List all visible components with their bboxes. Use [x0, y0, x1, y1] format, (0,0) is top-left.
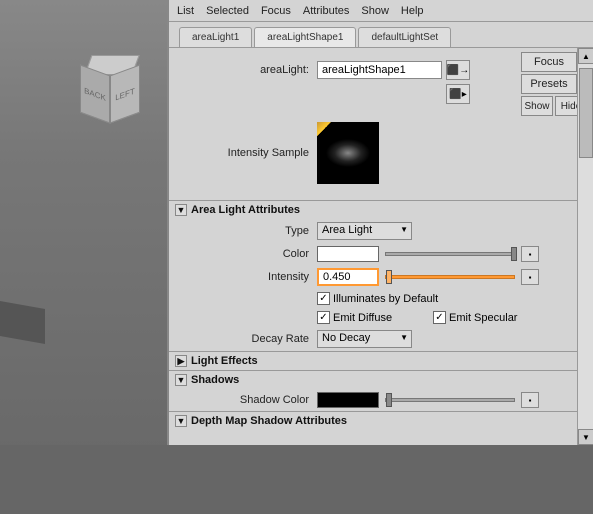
node-name-label: areaLight:: [177, 64, 317, 76]
scroll-up-icon[interactable]: ▲: [578, 48, 593, 64]
scroll-down-icon[interactable]: ▼: [578, 429, 593, 445]
intensity-sample-label: Intensity Sample: [177, 147, 317, 159]
section-title-shadows: Shadows: [191, 374, 239, 386]
focus-button[interactable]: Focus: [521, 52, 577, 72]
color-map-button[interactable]: ▪: [521, 246, 539, 262]
intensity-label: Intensity: [177, 271, 317, 283]
intensity-sample-swatch[interactable]: [317, 122, 379, 184]
intensity-sample-row: Intensity Sample: [169, 108, 593, 200]
decay-label: Decay Rate: [177, 333, 317, 345]
show-button[interactable]: Show: [521, 96, 553, 116]
view-cube[interactable]: BACK LEFT: [80, 55, 145, 120]
menu-selected[interactable]: Selected: [206, 5, 249, 17]
collapse-icon: ▼: [175, 415, 187, 427]
type-select[interactable]: Area Light: [317, 222, 412, 240]
emit-diffuse-checkbox[interactable]: ✓: [317, 311, 330, 324]
menubar: List Selected Focus Attributes Show Help: [169, 0, 593, 22]
viewport-3d[interactable]: BACK LEFT: [0, 0, 167, 514]
menu-focus[interactable]: Focus: [261, 5, 291, 17]
color-slider[interactable]: [385, 252, 515, 256]
node-name-input[interactable]: [317, 61, 442, 79]
select-input-button[interactable]: ⬛→: [446, 60, 470, 80]
section-depth-map-shadow: ▼ Depth Map Shadow Attributes: [169, 411, 593, 430]
menu-list[interactable]: List: [177, 5, 194, 17]
cube-back-face[interactable]: BACK: [80, 65, 110, 124]
tab-arealightshape1[interactable]: areaLightShape1: [254, 27, 356, 47]
presets-button[interactable]: Presets: [521, 74, 577, 94]
section-head-shadows[interactable]: ▼ Shadows: [169, 371, 593, 389]
section-title-le: Light Effects: [191, 355, 258, 367]
intensity-slider[interactable]: [385, 275, 515, 279]
section-light-effects: ▶ Light Effects: [169, 351, 593, 370]
expand-icon: ▶: [175, 355, 187, 367]
scroll-thumb[interactable]: [579, 68, 593, 158]
cube-left-face[interactable]: LEFT: [110, 65, 140, 124]
menu-attributes[interactable]: Attributes: [303, 5, 349, 17]
color-swatch[interactable]: [317, 246, 379, 262]
illuminates-checkbox[interactable]: ✓: [317, 292, 330, 305]
emit-diffuse-label: Emit Diffuse: [333, 312, 433, 324]
intensity-input[interactable]: [317, 268, 379, 286]
tab-defaultlightset[interactable]: defaultLightSet: [358, 27, 451, 47]
section-head-dms[interactable]: ▼ Depth Map Shadow Attributes: [169, 412, 593, 430]
node-tabs: areaLight1 areaLightShape1 defaultLightS…: [169, 22, 593, 48]
section-head-le[interactable]: ▶ Light Effects: [169, 352, 593, 370]
ground-plane: [0, 301, 45, 344]
intensity-map-button[interactable]: ▪: [521, 269, 539, 285]
shadow-color-map-button[interactable]: ▪: [521, 392, 539, 408]
scrollbar[interactable]: ▲ ▼: [577, 48, 593, 445]
section-title-ala: Area Light Attributes: [191, 204, 300, 216]
section-head-ala[interactable]: ▼ Area Light Attributes: [169, 201, 593, 219]
emit-specular-checkbox[interactable]: ✓: [433, 311, 446, 324]
section-area-light-attributes: ▼ Area Light Attributes Type Area Light …: [169, 200, 593, 351]
tab-arealight1[interactable]: areaLight1: [179, 27, 252, 47]
bottom-area: [0, 445, 593, 514]
section-shadows: ▼ Shadows Shadow Color ▪: [169, 370, 593, 411]
menu-help[interactable]: Help: [401, 5, 424, 17]
emit-specular-label: Emit Specular: [449, 312, 517, 324]
collapse-icon: ▼: [175, 204, 187, 216]
section-title-dms: Depth Map Shadow Attributes: [191, 415, 347, 427]
shadow-color-slider[interactable]: [385, 398, 515, 402]
color-label: Color: [177, 248, 317, 260]
illuminates-label: Illuminates by Default: [333, 293, 438, 305]
attribute-editor-panel: List Selected Focus Attributes Show Help…: [167, 0, 593, 445]
type-label: Type: [177, 225, 317, 237]
menu-show[interactable]: Show: [361, 5, 389, 17]
shadow-color-swatch[interactable]: [317, 392, 379, 408]
select-output-button[interactable]: ⬛▸: [446, 84, 470, 104]
decay-select[interactable]: No Decay: [317, 330, 412, 348]
shadow-color-label: Shadow Color: [177, 394, 317, 406]
collapse-icon: ▼: [175, 374, 187, 386]
